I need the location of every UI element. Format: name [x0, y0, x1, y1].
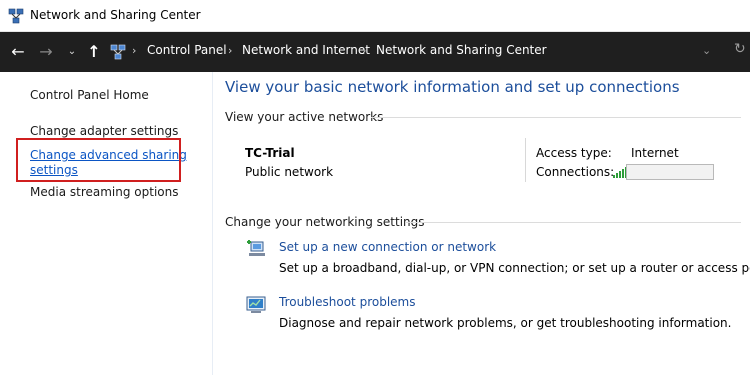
- active-networks-heading: View your active networks: [225, 110, 384, 124]
- address-dropdown-icon[interactable]: ⌄: [702, 44, 711, 57]
- control-panel-icon: [110, 44, 126, 60]
- network-center-icon: [8, 8, 24, 24]
- sidebar-item-change-adapter-settings[interactable]: Change adapter settings: [30, 124, 178, 138]
- section-divider: [405, 222, 741, 223]
- sidebar-item-control-panel-home[interactable]: Control Panel Home: [30, 88, 149, 102]
- breadcrumb-separator[interactable]: ›: [362, 44, 366, 57]
- recent-locations-chevron-icon[interactable]: ⌄: [62, 42, 82, 62]
- breadcrumb-network-and-sharing-center[interactable]: Network and Sharing Center: [376, 43, 547, 57]
- sidebar-item-media-streaming-options[interactable]: Media streaming options: [30, 185, 178, 199]
- title-bar: Network and Sharing Center: [0, 0, 750, 32]
- section-divider: [371, 117, 741, 118]
- connection-name-link[interactable]: [626, 164, 714, 180]
- breadcrumb-separator: ›: [132, 44, 137, 57]
- new-connection-icon: [247, 240, 265, 256]
- highlight-box: [16, 138, 181, 182]
- up-arrow-icon[interactable]: ↑: [84, 42, 104, 62]
- signal-strength-icon: [613, 167, 627, 178]
- network-type[interactable]: Public network: [245, 165, 333, 179]
- breadcrumb-separator[interactable]: ›: [228, 44, 232, 57]
- refresh-icon[interactable]: ↻: [734, 41, 746, 57]
- breadcrumb[interactable]: › Control Panel › Network and Internet ›…: [106, 38, 750, 66]
- forward-arrow-icon[interactable]: →: [36, 42, 56, 62]
- troubleshoot-problems-link[interactable]: Troubleshoot problems: [279, 295, 415, 309]
- access-type-value: Internet: [631, 146, 679, 160]
- window-title: Network and Sharing Center: [30, 8, 201, 22]
- network-divider: [525, 138, 526, 182]
- breadcrumb-control-panel[interactable]: Control Panel: [147, 43, 227, 57]
- breadcrumb-network-and-internet[interactable]: Network and Internet: [242, 43, 370, 57]
- network-name: TC-Trial: [245, 146, 295, 160]
- change-settings-heading: Change your networking settings: [225, 215, 425, 229]
- troubleshoot-icon: [246, 296, 266, 313]
- sidebar: Control Panel Home Change adapter settin…: [0, 72, 212, 375]
- troubleshoot-problems-description: Diagnose and repair network problems, or…: [279, 316, 732, 330]
- connections-label: Connections:: [536, 165, 615, 179]
- address-bar: ← → ⌄ ↑ › Control Panel › Network and In…: [0, 32, 750, 72]
- setup-new-connection-link[interactable]: Set up a new connection or network: [279, 240, 496, 254]
- main-content: View your basic network information and …: [212, 72, 750, 375]
- setup-new-connection-description: Set up a broadband, dial-up, or VPN conn…: [279, 261, 750, 275]
- access-type-label: Access type:: [536, 146, 612, 160]
- back-arrow-icon[interactable]: ←: [8, 42, 28, 62]
- page-title: View your basic network information and …: [225, 78, 680, 96]
